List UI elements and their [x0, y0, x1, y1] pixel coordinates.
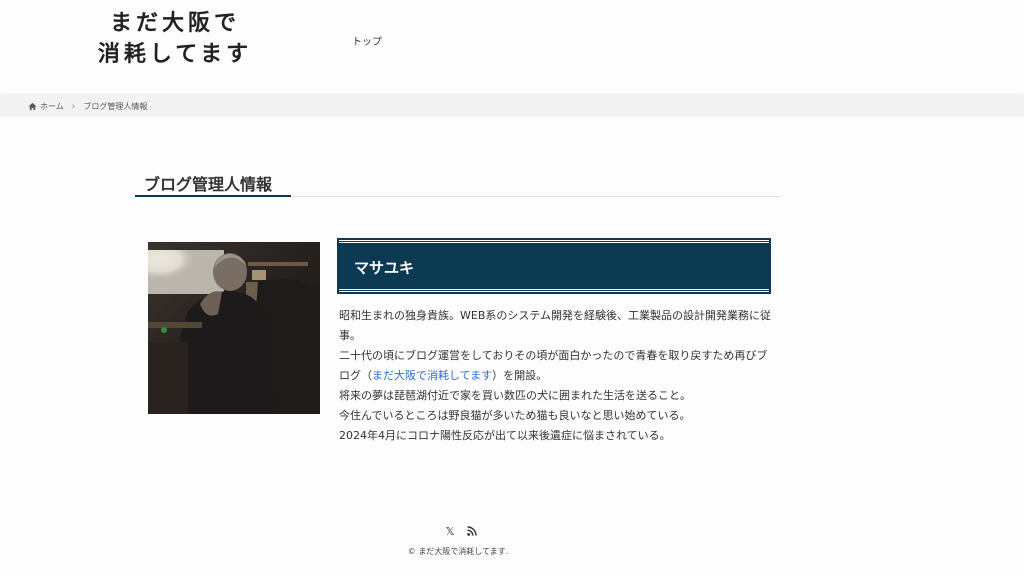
bio-line: 将来の夢は琵琶湖付近で家を買い数匹の犬に囲まれた生活を送ること。: [339, 389, 691, 402]
nav-item-top[interactable]: トップ: [352, 33, 382, 48]
rss-icon[interactable]: [466, 526, 478, 538]
title-accent-line: [135, 195, 291, 197]
logo-line-1: まだ大阪で: [109, 11, 240, 36]
profile-name-box: マサユキ: [337, 238, 771, 294]
page-title: ブログ管理人情報: [144, 175, 273, 194]
bio-line: 今住んでいるところは野良猫が多いため猫も良いなと思い始めている。: [339, 409, 691, 422]
breadcrumb-home-label: ホーム: [40, 102, 64, 111]
profile-bio: 昭和生まれの独身貴族。WEB系のシステム開発を経験後、工業製品の設計開発業務に従…: [339, 306, 775, 446]
breadcrumb-current: ブログ管理人情報: [83, 102, 148, 111]
footer-social-icons: 𝕏: [444, 526, 478, 538]
chevron-right-icon: ›: [71, 101, 76, 112]
site-header: まだ大阪で 消耗してます トップ: [0, 0, 1024, 94]
profile-photo: [148, 242, 320, 414]
profile-name: マサユキ: [354, 259, 415, 277]
page-title-block: ブログ管理人情報: [135, 168, 780, 197]
logo-line-2: 消耗してます: [97, 42, 253, 67]
x-icon[interactable]: 𝕏: [444, 526, 456, 538]
bio-line: 昭和生まれの独身貴族。WEB系のシステム開発を経験後、工業製品の設計開発業務に従…: [339, 309, 772, 342]
breadcrumb: ホーム › ブログ管理人情報: [0, 95, 1024, 117]
site-logo[interactable]: まだ大阪で 消耗してます: [90, 8, 260, 70]
bio-text: ）を開設。: [492, 369, 548, 382]
blog-link[interactable]: まだ大阪で消耗してます: [372, 369, 492, 382]
bio-line: 2024年4月にコロナ陽性反応が出て以来後遺症に悩まされている。: [339, 429, 671, 442]
copyright: © まだ大阪で消耗してます.: [407, 547, 509, 556]
bio-line: 二十代の頃にブログ運営をしておりその頃が面白かったので青春を取り戻すため再びブロ…: [339, 346, 775, 386]
breadcrumb-home-link[interactable]: ホーム: [28, 101, 64, 112]
home-icon: [28, 102, 37, 111]
